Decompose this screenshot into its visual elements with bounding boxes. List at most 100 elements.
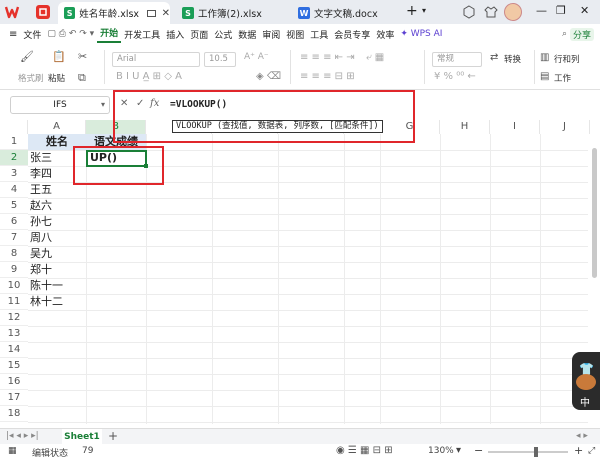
rows-cols-label[interactable]: 行和列 — [554, 53, 580, 65]
cell-a8[interactable]: 吴九 — [30, 246, 52, 262]
menu-file[interactable]: 文件 — [20, 28, 44, 41]
col-header-a[interactable]: A — [28, 120, 86, 134]
share-button[interactable]: 分享 — [569, 27, 594, 41]
row-header-12[interactable]: 12 — [0, 310, 28, 326]
menu-developer[interactable]: 开发工具 — [121, 28, 163, 41]
align-icons[interactable]: ≡ ≡ ≡ ⇤ ⇥ — [300, 52, 355, 63]
row-header-7[interactable]: 7 — [0, 230, 28, 246]
menu-home[interactable]: 开始 — [97, 25, 122, 43]
close-icon[interactable]: ✕ — [162, 8, 170, 19]
chevron-down-icon[interactable]: ▾ — [456, 445, 461, 456]
worksheet-icon[interactable]: ▤ — [540, 71, 549, 82]
zoom-level[interactable]: 130% — [428, 446, 454, 456]
font-name-select[interactable]: Arial — [112, 52, 200, 67]
row-header-8[interactable]: 8 — [0, 246, 28, 262]
zoom-slider-thumb[interactable] — [534, 447, 538, 457]
rows-cols-icon[interactable]: ▥ — [540, 52, 549, 63]
zoom-slider[interactable] — [488, 447, 568, 457]
new-tab-button[interactable]: + — [406, 3, 418, 19]
add-sheet-button[interactable]: + — [108, 429, 118, 443]
zoom-in-icon[interactable]: + — [574, 444, 583, 457]
view-mode-icons[interactable]: ◉ ☰ ▦ ⊟ ⊞ — [336, 445, 393, 456]
col-header-i[interactable]: I — [490, 120, 540, 134]
row-header-14[interactable]: 14 — [0, 342, 28, 358]
sheet-nav-icons[interactable]: |◂ ◂ ▸ ▸| — [6, 431, 39, 441]
skin-icon[interactable] — [484, 5, 498, 19]
menu-insert[interactable]: 插入 — [163, 28, 187, 41]
menu-wps-ai[interactable]: ✦ WPS AI — [397, 29, 445, 39]
fullscreen-icon[interactable]: ⤢ — [588, 446, 595, 456]
cell-a2[interactable]: 张三 — [30, 150, 52, 166]
cell-a9[interactable]: 郑十 — [30, 262, 52, 278]
chevron-down-icon[interactable]: ▾ — [101, 97, 105, 113]
wrap-icon[interactable]: ⤶ ▦ — [366, 52, 384, 63]
row-header-15[interactable]: 15 — [0, 358, 28, 374]
row-header-10[interactable]: 10 — [0, 278, 28, 294]
chevron-down-icon[interactable]: ▾ — [422, 6, 426, 15]
align-icons-2[interactable]: ≡ ≡ ≡ ⊟ ⊞ — [300, 71, 355, 82]
cell-a5[interactable]: 赵六 — [30, 198, 52, 214]
scroll-thumb[interactable] — [592, 148, 597, 278]
menu-member[interactable]: 会员专享 — [331, 28, 373, 41]
scroll-arrows[interactable]: ◂ ▸ — [576, 431, 588, 441]
monitor-icon[interactable] — [147, 9, 156, 17]
font-size-select[interactable]: 10.5 — [204, 52, 236, 67]
col-header-h[interactable]: H — [440, 120, 490, 134]
sheet-tab-sheet1[interactable]: Sheet1 — [62, 429, 102, 445]
row-header-5[interactable]: 5 — [0, 198, 28, 214]
tab-docx[interactable]: W 文字文稿.docx — [292, 2, 402, 24]
menu-efficiency[interactable]: 效率 — [373, 28, 397, 41]
menu-page[interactable]: 页面 — [187, 28, 211, 41]
name-box[interactable]: IFS ▾ — [10, 96, 110, 114]
menu-view[interactable]: 视图 — [283, 28, 307, 41]
font-grow-icon[interactable]: A⁺ A⁻ — [244, 52, 269, 62]
avatar[interactable] — [504, 3, 522, 21]
home-icon[interactable] — [36, 5, 50, 19]
floating-assistant[interactable]: 👕 中 — [572, 352, 600, 410]
row-header-2[interactable]: 2 — [0, 150, 28, 166]
row-header-4[interactable]: 4 — [0, 182, 28, 198]
close-window-icon[interactable]: ✕ — [580, 4, 589, 17]
minimize-icon[interactable]: — — [536, 4, 547, 17]
menu-tools[interactable]: 工具 — [307, 28, 331, 41]
row-header-9[interactable]: 9 — [0, 262, 28, 278]
cell-a7[interactable]: 周八 — [30, 230, 52, 246]
row-header-18[interactable]: 18 — [0, 406, 28, 422]
row-header-6[interactable]: 6 — [0, 214, 28, 230]
cell-a10[interactable]: 陈十一 — [30, 278, 63, 294]
row-header-17[interactable]: 17 — [0, 390, 28, 406]
paste-label[interactable]: 粘贴 — [48, 72, 65, 84]
format-painter-icon[interactable]: 🖌 — [20, 50, 34, 63]
table-icon[interactable]: ▦ — [8, 446, 17, 456]
worksheet-label[interactable]: 工作 — [554, 72, 571, 84]
cube-icon[interactable] — [462, 5, 476, 19]
search-icon[interactable]: ⌕ — [559, 29, 570, 39]
fill-icon[interactable]: ◈ ⌫ — [256, 71, 281, 82]
row-header-3[interactable]: 3 — [0, 166, 28, 182]
cell-a4[interactable]: 王五 — [30, 182, 52, 198]
zoom-out-icon[interactable]: − — [474, 444, 483, 457]
row-header-16[interactable]: 16 — [0, 374, 28, 390]
tab-xlsx-name-age[interactable]: S 姓名年龄.xlsx ✕ — [58, 2, 170, 24]
cell-a11[interactable]: 林十二 — [30, 294, 63, 310]
hamburger-icon[interactable]: ≡ — [6, 29, 20, 40]
row-header-13[interactable]: 13 — [0, 326, 28, 342]
number-icons[interactable]: ¥ % ⁰⁰ ← — [434, 71, 476, 82]
cell-a3[interactable]: 李四 — [30, 166, 52, 182]
select-all-corner[interactable] — [0, 120, 28, 134]
convert-icon[interactable]: ⇄ — [490, 52, 498, 63]
menu-review[interactable]: 审阅 — [259, 28, 283, 41]
restore-icon[interactable]: ❐ — [556, 4, 566, 17]
tab-workbook-2[interactable]: S 工作簿(2).xlsx — [176, 2, 286, 24]
number-format-select[interactable]: 常规 — [432, 52, 482, 67]
menu-icons[interactable]: ▢ ⎙ ↶ ↷ ▾ — [44, 29, 97, 39]
menu-formula[interactable]: 公式 — [211, 28, 235, 41]
paste-icon[interactable]: 📋 — [52, 50, 66, 63]
font-style-icons[interactable]: B I U A̲ ⊞ ◇ A — [116, 71, 182, 82]
row-header-11[interactable]: 11 — [0, 294, 28, 310]
wps-logo-icon[interactable] — [4, 4, 20, 20]
row-header-1[interactable]: 1 — [0, 134, 28, 150]
format-painter-label[interactable]: 格式刷 — [18, 72, 44, 84]
col-header-j[interactable]: J — [540, 120, 590, 134]
copy-icon[interactable]: ⧉ — [78, 71, 86, 85]
